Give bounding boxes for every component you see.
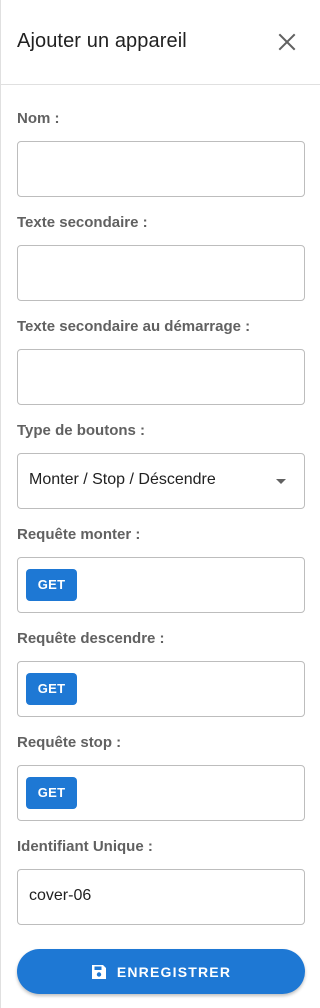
dropdown-arrow-icon	[276, 479, 286, 484]
secondary-text-startup-input[interactable]	[17, 349, 305, 405]
request-up-method-button[interactable]: GET	[26, 569, 77, 601]
save-button-label: ENREGISTRER	[116, 963, 232, 980]
button-type-label: Type de boutons :	[17, 422, 146, 439]
request-up-label: Requête monter :	[17, 526, 141, 543]
secondary-text-input[interactable]	[17, 245, 305, 301]
unique-id-input[interactable]: cover-06	[17, 869, 305, 925]
name-input[interactable]	[17, 141, 305, 197]
request-down-label: Requête descendre :	[17, 630, 165, 647]
request-up-field[interactable]: GET	[17, 557, 305, 613]
floppy-disk-icon	[91, 964, 106, 979]
button-type-select[interactable]: Monter / Stop / Déscendre	[17, 453, 305, 509]
secondary-text-label: Texte secondaire :	[17, 214, 148, 231]
add-device-panel: Ajouter un appareil Nom : Texte secondai…	[0, 0, 320, 1008]
unique-id-value: cover-06	[29, 887, 92, 904]
name-label: Nom :	[17, 110, 60, 127]
request-stop-field[interactable]: GET	[17, 765, 305, 821]
request-down-method-button[interactable]: GET	[26, 673, 77, 705]
close-icon	[278, 33, 296, 51]
secondary-text-startup-label: Texte secondaire au démarrage :	[17, 318, 251, 335]
dialog-title: Ajouter un appareil	[17, 30, 187, 52]
request-stop-method-button[interactable]: GET	[26, 777, 77, 809]
close-button[interactable]	[273, 28, 301, 56]
request-stop-label: Requête stop :	[17, 734, 122, 751]
unique-id-label: Identifiant Unique :	[17, 838, 153, 855]
save-button[interactable]: ENREGISTRER	[17, 949, 305, 994]
button-type-value: Monter / Stop / Déscendre	[29, 471, 216, 488]
dialog-header: Ajouter un appareil	[1, 0, 320, 85]
request-down-field[interactable]: GET	[17, 661, 305, 717]
